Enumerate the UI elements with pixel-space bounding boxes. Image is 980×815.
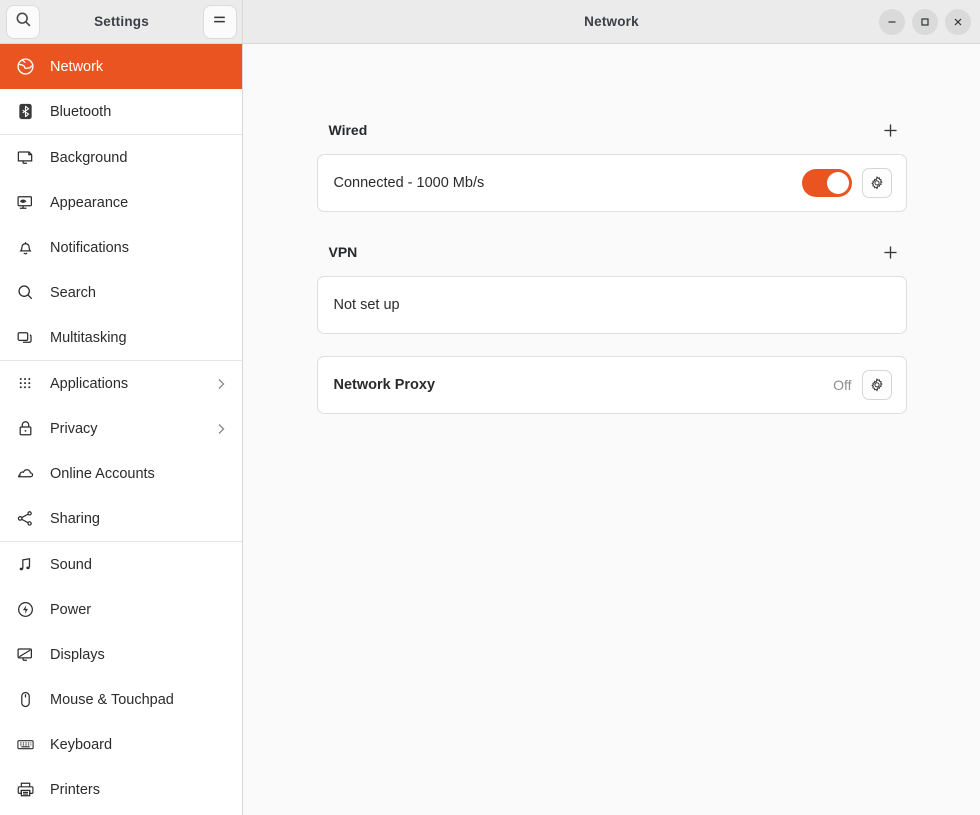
sidebar-item-sharing[interactable]: Sharing [0,496,242,541]
power-icon [14,599,36,621]
vpn-card: Not set up [317,276,907,334]
minimize-button[interactable] [879,9,905,35]
settings-window: Settings Network [0,0,980,815]
sidebar-item-label: Appearance [50,195,128,211]
sidebar: Network Bluetooth [0,44,243,815]
sidebar-item-label: Sharing [50,511,100,527]
sidebar-item-network[interactable]: Network [0,44,242,89]
main-menu-button[interactable] [203,5,237,39]
chevron-right-icon [214,422,228,436]
header-bar: Settings Network [0,0,980,44]
sidebar-item-label: Mouse & Touchpad [50,692,174,708]
sidebar-item-displays[interactable]: Displays [0,632,242,677]
wired-group: Wired Connected - 1000 Mb/s [317,116,907,212]
window-body: Network Bluetooth [0,44,980,815]
wired-group-header: Wired [317,116,907,154]
sidebar-item-label: Displays [50,647,105,663]
sidebar-item-power[interactable]: Power [0,587,242,632]
app-grid-icon [14,373,36,395]
sidebar-item-label: Keyboard [50,737,112,753]
wired-card: Connected - 1000 Mb/s [317,154,907,212]
maximize-button[interactable] [912,9,938,35]
sidebar-item-keyboard[interactable]: Keyboard [0,722,242,767]
sidebar-item-label: Notifications [50,240,129,256]
sidebar-item-printers[interactable]: Printers [0,767,242,812]
sidebar-item-label: Privacy [50,421,98,437]
vpn-status-label: Not set up [334,297,400,313]
sidebar-item-online-accounts[interactable]: Online Accounts [0,451,242,496]
wired-connection-row[interactable]: Connected - 1000 Mb/s [318,155,906,211]
vpn-group-header: VPN [317,238,907,276]
network-proxy-row[interactable]: Network Proxy Off [318,357,906,413]
wired-title: Wired [329,122,368,138]
wired-toggle[interactable] [802,169,852,197]
gear-icon [869,377,885,393]
network-proxy-card: Network Proxy Off [317,356,907,414]
sidebar-header: Settings [0,0,243,44]
sidebar-item-label: Applications [50,376,128,392]
sidebar-item-label: Power [50,602,91,618]
network-proxy-settings-button[interactable] [862,370,892,400]
sidebar-item-label: Network [50,59,103,75]
page-title: Network [584,14,639,29]
sidebar-item-label: Printers [50,782,100,798]
sidebar-title: Settings [94,14,149,29]
sidebar-item-label: Multitasking [50,330,127,346]
sidebar-item-appearance[interactable]: Appearance [0,180,242,225]
printer-icon [14,779,36,801]
vpn-title: VPN [329,244,358,260]
sidebar-item-label: Online Accounts [50,466,155,482]
toggle-knob [827,172,849,194]
share-nodes-icon [14,508,36,530]
wallpaper-icon [14,147,36,169]
sidebar-item-search[interactable]: Search [0,270,242,315]
close-button[interactable] [945,9,971,35]
sidebar-item-label: Search [50,285,96,301]
sidebar-item-label: Sound [50,557,92,573]
hamburger-menu-icon [211,11,228,33]
network-settings-panel: Wired Connected - 1000 Mb/s [243,44,980,815]
chevron-right-icon [214,377,228,391]
appearance-icon [14,192,36,214]
add-vpn-button[interactable] [877,238,905,266]
windows-icon [14,327,36,349]
keyboard-icon [14,734,36,756]
sidebar-item-notifications[interactable]: Notifications [0,225,242,270]
bell-icon [14,237,36,259]
network-proxy-label: Network Proxy [334,377,436,393]
gear-icon [869,175,885,191]
add-wired-button[interactable] [877,116,905,144]
sidebar-item-label: Bluetooth [50,104,111,120]
content-header: Network [243,0,980,44]
network-proxy-value: Off [833,377,851,393]
sidebar-item-label: Background [50,150,127,166]
sidebar-item-sound[interactable]: Sound [0,542,242,587]
sidebar-item-bluetooth[interactable]: Bluetooth [0,89,242,134]
music-note-icon [14,554,36,576]
lock-icon [14,418,36,440]
window-controls [879,0,971,44]
wired-status-label: Connected - 1000 Mb/s [334,175,485,191]
wired-settings-button[interactable] [862,168,892,198]
display-icon [14,644,36,666]
bluetooth-icon [14,101,36,123]
globe-icon [14,56,36,78]
sidebar-item-mouse-touchpad[interactable]: Mouse & Touchpad [0,677,242,722]
search-icon [14,282,36,304]
search-button[interactable] [6,5,40,39]
sidebar-item-background[interactable]: Background [0,135,242,180]
sidebar-item-multitasking[interactable]: Multitasking [0,315,242,360]
sidebar-item-applications[interactable]: Applications [0,361,242,406]
vpn-status-row[interactable]: Not set up [318,277,906,333]
search-icon [15,11,32,33]
cloud-icon [14,463,36,485]
sidebar-item-privacy[interactable]: Privacy [0,406,242,451]
vpn-group: VPN Not set up [317,238,907,334]
mouse-icon [14,689,36,711]
